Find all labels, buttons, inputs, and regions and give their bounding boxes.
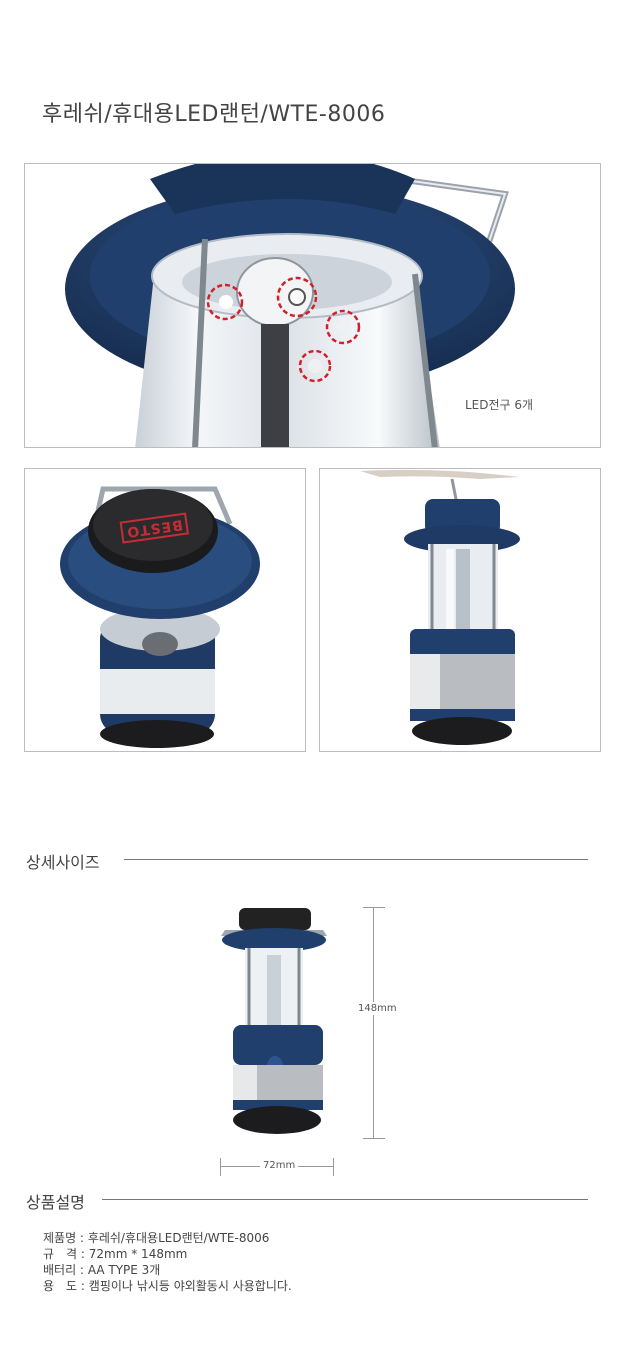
height-label: 148mm	[358, 1002, 397, 1015]
lantern-dimension-illustration	[215, 900, 415, 1150]
width-dimension-tick-left	[220, 1158, 221, 1176]
lantern-side-view-photo	[319, 468, 601, 752]
led-caption: LED전구 6개	[465, 398, 534, 412]
width-label: 72mm	[260, 1160, 299, 1171]
spec-row-battery: 배터리 : AA TYPE 3개	[43, 1262, 292, 1278]
height-dimension-tick-top	[363, 907, 385, 908]
spec-value: 캠핑이나 낚시등 야외활동시 사용합니다.	[88, 1279, 292, 1293]
lantern-top-view-photo: BESTO	[24, 468, 306, 752]
spec-key: 배터리 :	[43, 1263, 84, 1277]
spec-value: AA TYPE 3개	[87, 1263, 161, 1277]
size-section-heading: 상세사이즈	[26, 853, 100, 872]
spec-row-name: 제품명 : 후레쉬/휴대용LED랜턴/WTE-8006	[43, 1230, 292, 1246]
lantern-side-illustration	[360, 469, 520, 745]
height-dimension-tick-bottom	[363, 1138, 385, 1139]
height-dimension-line	[373, 907, 374, 1139]
spec-key: 제품명 :	[43, 1231, 84, 1245]
lantern-top-illustration	[60, 486, 260, 748]
spec-key: 용 도 :	[43, 1279, 85, 1293]
spec-row-size: 규 격 : 72mm * 148mm	[43, 1246, 292, 1262]
info-section-divider	[102, 1199, 588, 1200]
width-dimension-tick-right	[333, 1158, 334, 1176]
size-section-divider	[124, 859, 588, 860]
spec-value: 72mm * 148mm	[88, 1247, 188, 1261]
spec-key: 규 격 :	[43, 1247, 85, 1261]
spec-row-usage: 용 도 : 캠핑이나 낚시등 야외활동시 사용합니다.	[43, 1278, 292, 1294]
info-section-heading: 상품설명	[26, 1193, 85, 1212]
spec-list: 제품명 : 후레쉬/휴대용LED랜턴/WTE-8006 규 격 : 72mm *…	[43, 1230, 292, 1294]
spec-value: 후레쉬/휴대용LED랜턴/WTE-8006	[87, 1231, 270, 1245]
page-title: 후레쉬/휴대용LED랜턴/WTE-8006	[42, 102, 386, 127]
